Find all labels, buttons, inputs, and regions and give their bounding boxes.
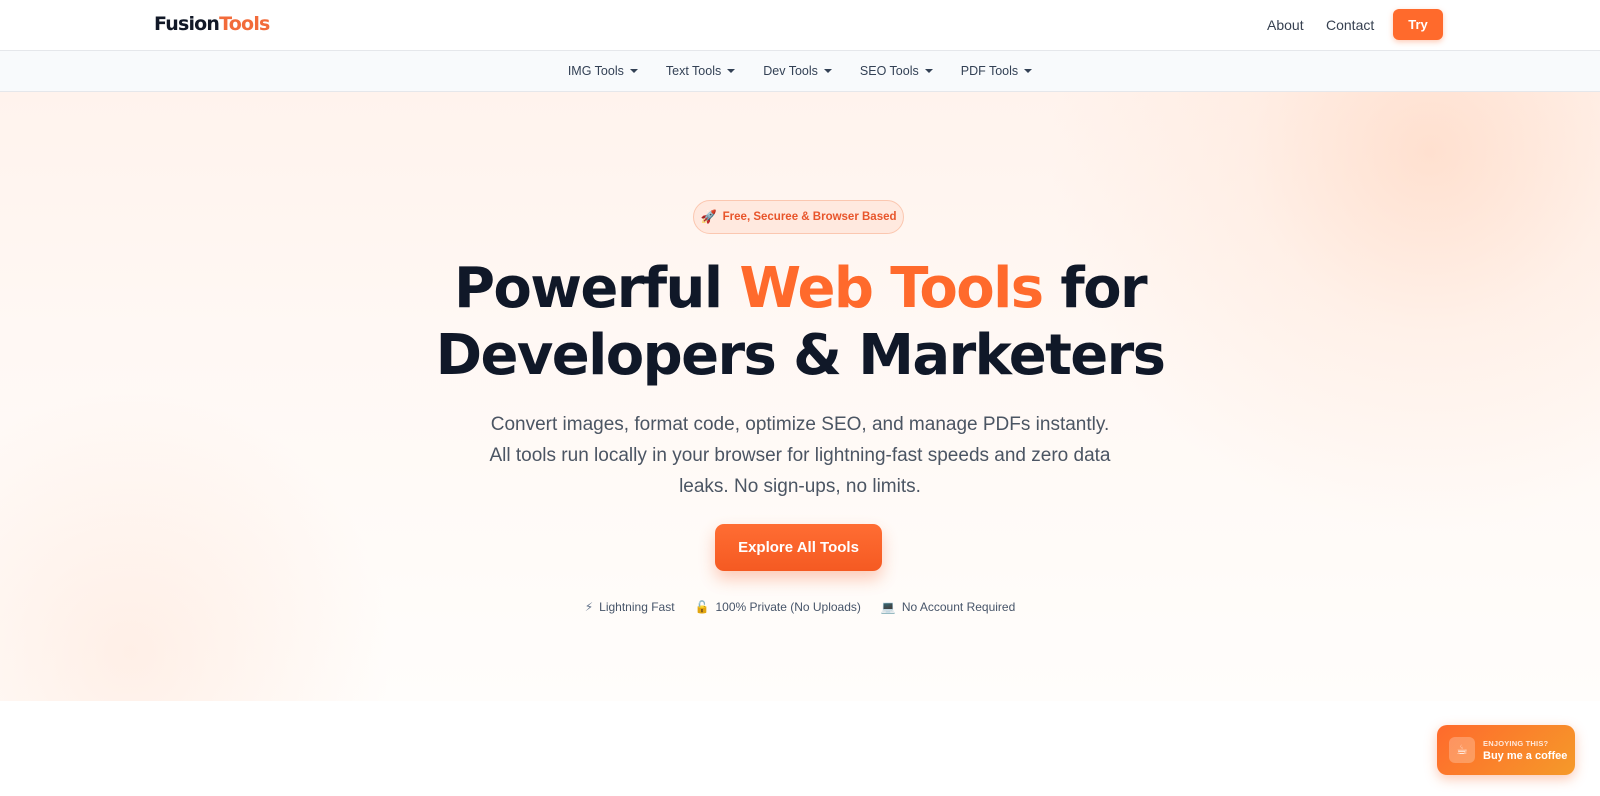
feature-label: 100% Private (No Uploads) xyxy=(715,600,861,614)
caret-down-icon xyxy=(1024,69,1033,73)
category-pdf-tools[interactable]: PDF Tools xyxy=(960,64,1033,78)
top-header: FusionTools About Contact Try xyxy=(0,0,1600,51)
category-label: SEO Tools xyxy=(859,64,919,78)
feature-list: ⚡ Lightning Fast 🔓 100% Private (No Uplo… xyxy=(0,600,1600,614)
headline-part1: Powerful xyxy=(453,256,740,321)
coffee-text: ENJOYING THIS? Buy me a coffee xyxy=(1483,739,1567,762)
hero-badge: 🚀 Free, Securee & Browser Based xyxy=(693,200,904,234)
feature-label: No Account Required xyxy=(901,600,1016,614)
caret-down-icon xyxy=(727,69,736,73)
category-nav: IMG Tools Text Tools Dev Tools SEO Tools… xyxy=(0,51,1600,92)
coffee-cup-icon: ☕ xyxy=(1449,737,1475,763)
category-label: Dev Tools xyxy=(763,64,818,78)
coffee-small-text: ENJOYING THIS? xyxy=(1483,738,1549,748)
category-label: PDF Tools xyxy=(960,64,1019,78)
category-img-tools[interactable]: IMG Tools xyxy=(568,64,638,78)
hero-section: 🚀 Free, Securee & Browser Based Powerful… xyxy=(0,92,1600,701)
category-dev-tools[interactable]: Dev Tools xyxy=(763,64,832,78)
caret-down-icon xyxy=(924,69,933,73)
try-button[interactable]: Try xyxy=(1393,9,1443,40)
lock-icon: 🔓 xyxy=(694,600,710,614)
coffee-big-text: Buy me a coffee xyxy=(1483,749,1568,762)
logo-accent-text: Tools xyxy=(219,13,270,35)
contact-link[interactable]: Contact xyxy=(1326,17,1374,33)
category-label: IMG Tools xyxy=(567,64,624,78)
hero-subtext: Convert images, format code, optimize SE… xyxy=(489,414,1111,497)
hero-headline: Powerful Web Tools for Developers & Mark… xyxy=(300,255,1300,389)
feature-label: Lightning Fast xyxy=(599,600,675,614)
buy-me-a-coffee-widget[interactable]: ☕ ENJOYING THIS? Buy me a coffee xyxy=(1437,725,1575,775)
headline-line2: Developers & Marketers xyxy=(435,323,1166,388)
headline-accent: Web Tools xyxy=(739,256,1044,321)
explore-all-tools-button[interactable]: Explore All Tools xyxy=(715,524,882,571)
feature-item: 🔓 100% Private (No Uploads) xyxy=(695,600,861,614)
lightning-icon: ⚡ xyxy=(584,600,594,614)
category-text-tools[interactable]: Text Tools xyxy=(665,64,736,78)
site-logo[interactable]: FusionTools xyxy=(154,13,270,35)
headline-part2: for xyxy=(1042,256,1147,321)
feature-item: ⚡ Lightning Fast xyxy=(585,600,675,614)
caret-down-icon xyxy=(823,69,832,73)
rocket-icon: 🚀 xyxy=(700,209,717,224)
category-seo-tools[interactable]: SEO Tools xyxy=(860,64,933,78)
feature-item: 💻 No Account Required xyxy=(881,600,1015,614)
caret-down-icon xyxy=(629,69,638,73)
laptop-icon: 💻 xyxy=(880,600,896,614)
logo-primary-text: Fusion xyxy=(154,13,220,35)
category-label: Text Tools xyxy=(665,64,722,78)
badge-text: Free, Securee & Browser Based xyxy=(722,211,897,223)
about-link[interactable]: About xyxy=(1267,17,1304,33)
